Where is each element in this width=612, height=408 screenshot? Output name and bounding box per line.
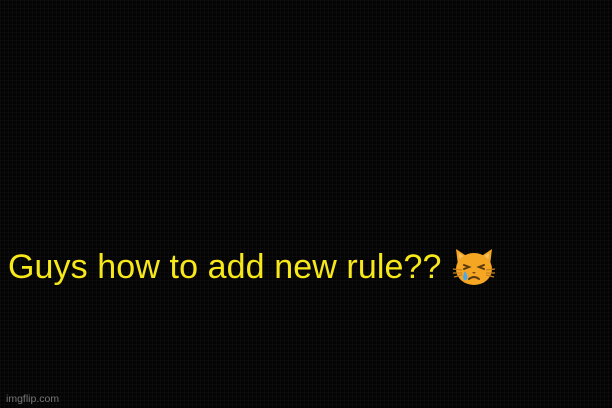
caption-text: Guys how to add new rule?? xyxy=(8,248,442,286)
caption-row: Guys how to add new rule?? xyxy=(8,245,498,289)
crying-cat-face-icon xyxy=(450,245,498,289)
imgflip-watermark: imgflip.com xyxy=(6,393,60,405)
meme-canvas: Guys how to add new rule?? imgflip.com xyxy=(0,0,612,408)
